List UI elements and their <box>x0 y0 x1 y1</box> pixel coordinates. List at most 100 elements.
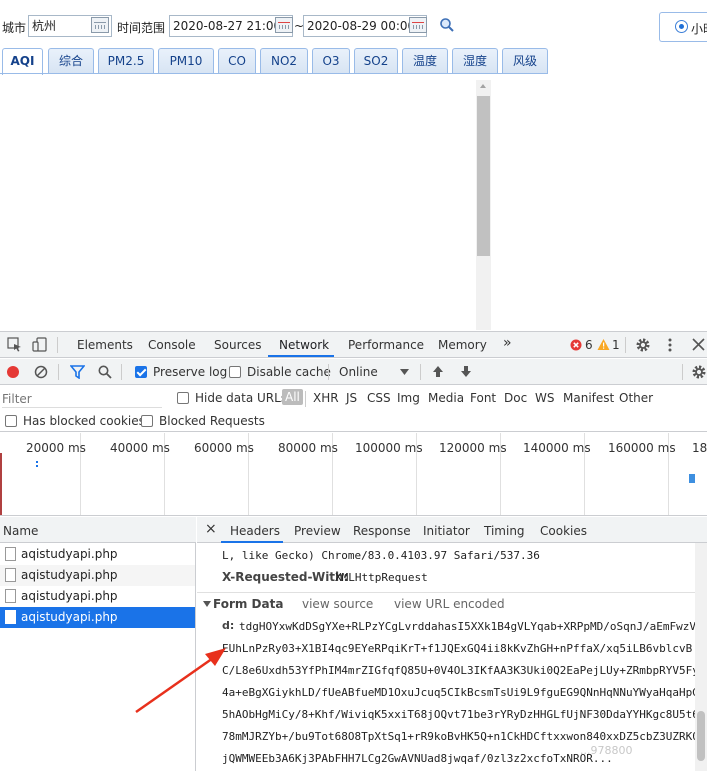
request-list-header: Name <box>0 517 196 543</box>
record-icon[interactable] <box>6 365 20 379</box>
has-blocked-cookies-checkbox[interactable] <box>5 415 17 427</box>
clear-icon[interactable] <box>34 365 48 379</box>
file-icon <box>5 589 16 603</box>
divider <box>420 364 421 380</box>
dropdown-arrow-icon[interactable] <box>400 369 409 375</box>
type-filter-font[interactable]: Font <box>470 391 496 405</box>
form-data-title[interactable]: Form Data <box>213 597 283 611</box>
tab-initiator[interactable]: Initiator <box>423 524 470 538</box>
request-row-selected[interactable]: aqistudyapi.php <box>0 607 195 628</box>
import-har-icon[interactable] <box>432 364 444 379</box>
tab-memory[interactable]: Memory <box>438 338 487 352</box>
tab-elements[interactable]: Elements <box>77 338 133 352</box>
page-scrollbar[interactable] <box>476 80 491 330</box>
form-field-value-line: EUhLnPzRy03+X1BI4qc9EYeRPqiKrT+f1JQExGQ4… <box>222 642 693 655</box>
type-filter-ws[interactable]: WS <box>535 391 554 405</box>
filter-icon[interactable] <box>70 365 85 379</box>
start-calendar-icon[interactable] <box>275 17 293 33</box>
tab-cookies[interactable]: Cookies <box>540 524 587 538</box>
more-options-icon[interactable] <box>666 337 674 353</box>
tab-no2[interactable]: NO2 <box>260 48 308 74</box>
export-har-icon[interactable] <box>460 364 472 379</box>
view-url-encoded-link[interactable]: view URL encoded <box>394 597 505 611</box>
scrollbar-thumb[interactable] <box>697 711 705 761</box>
network-toolbar: Preserve log Disable cache Online <box>0 359 707 385</box>
request-list: Name aqistudyapi.php aqistudyapi.php aqi… <box>0 517 196 771</box>
tab-overview[interactable]: 综合 <box>48 48 94 74</box>
type-filter-media[interactable]: Media <box>428 391 464 405</box>
tab-preview[interactable]: Preview <box>294 524 341 538</box>
request-row[interactable]: aqistudyapi.php <box>0 544 195 565</box>
preserve-log-checkbox[interactable] <box>135 366 147 378</box>
collapse-triangle-icon[interactable] <box>203 601 211 607</box>
request-row[interactable]: aqistudyapi.php <box>0 586 195 607</box>
type-filter-xhr[interactable]: XHR <box>313 391 339 405</box>
blocked-requests-checkbox[interactable] <box>141 415 153 427</box>
request-row[interactable]: aqistudyapi.php <box>0 565 195 586</box>
type-filter-manifest[interactable]: Manifest <box>563 391 614 405</box>
warning-icon[interactable] <box>597 338 610 351</box>
type-filter-doc[interactable]: Doc <box>504 391 527 405</box>
more-tabs-button[interactable]: » <box>503 335 512 351</box>
error-icon[interactable] <box>570 339 582 351</box>
user-agent-tail: L, like Gecko) Chrome/83.0.4103.97 Safar… <box>222 549 540 562</box>
timeline-request-dot <box>36 465 38 467</box>
details-tab-bar: × Headers Preview Response Initiator Tim… <box>197 517 707 543</box>
disable-cache-checkbox[interactable] <box>229 366 241 378</box>
hour-radio-option[interactable]: 小时 <box>659 12 707 42</box>
timeline-tick: 80000 ms <box>278 441 338 455</box>
timeline-request-dot <box>36 461 38 463</box>
tab-console[interactable]: Console <box>148 338 196 352</box>
tab-o3[interactable]: O3 <box>312 48 350 74</box>
divider <box>682 364 683 380</box>
type-filter-img[interactable]: Img <box>397 391 420 405</box>
timeline-request-bar <box>689 474 695 483</box>
gear-icon[interactable] <box>635 337 651 353</box>
scrollbar-thumb[interactable] <box>477 96 490 256</box>
tab-humidity[interactable]: 湿度 <box>452 48 498 74</box>
end-calendar-icon[interactable] <box>409 17 427 33</box>
close-details-button[interactable]: × <box>205 521 217 537</box>
network-overview-timeline[interactable]: 20000 ms 40000 ms 60000 ms 80000 ms 1000… <box>0 433 707 516</box>
tab-response[interactable]: Response <box>353 524 411 538</box>
type-filter-js[interactable]: JS <box>346 391 357 405</box>
type-filter-css[interactable]: CSS <box>367 391 391 405</box>
tab-wind-level[interactable]: 风级 <box>502 48 548 74</box>
inspect-element-icon[interactable] <box>7 337 22 352</box>
view-source-link[interactable]: view source <box>302 597 373 611</box>
tab-network[interactable]: Network <box>279 338 329 352</box>
watermark: ...978800 <box>580 744 633 757</box>
header-key: X-Requested-With: <box>222 570 349 584</box>
tab-co[interactable]: CO <box>218 48 256 74</box>
tab-performance[interactable]: Performance <box>348 338 424 352</box>
city-picker-icon[interactable] <box>91 17 109 33</box>
search-icon[interactable] <box>439 17 455 33</box>
tab-pm25[interactable]: PM2.5 <box>98 48 154 74</box>
file-icon <box>5 547 16 561</box>
tab-pm10[interactable]: PM10 <box>158 48 214 74</box>
tab-sources[interactable]: Sources <box>214 338 261 352</box>
hide-data-urls-checkbox[interactable] <box>177 392 189 404</box>
name-column-header[interactable]: Name <box>3 524 38 538</box>
scroll-up-arrow-icon[interactable] <box>480 84 486 88</box>
tab-aqi[interactable]: AQI <box>2 48 43 75</box>
device-toolbar-icon[interactable] <box>32 337 47 352</box>
throttling-select[interactable]: Online <box>339 365 378 379</box>
close-devtools-icon[interactable] <box>692 338 705 351</box>
search-icon[interactable] <box>98 365 112 379</box>
details-scrollbar[interactable] <box>695 543 707 771</box>
timeline-tick: 140000 ms <box>523 441 591 455</box>
tab-so2[interactable]: SO2 <box>354 48 398 74</box>
city-label: 城市 <box>2 21 27 35</box>
network-settings-gear-icon[interactable] <box>691 364 707 380</box>
tab-temperature[interactable]: 温度 <box>402 48 448 74</box>
preserve-log-label: Preserve log <box>153 365 228 379</box>
type-filter-other[interactable]: Other <box>619 391 653 405</box>
type-filter-all[interactable]: All <box>282 389 303 405</box>
timeline-tick: 160000 ms <box>608 441 676 455</box>
devtools-panel: Elements Console Sources Network Perform… <box>0 331 707 771</box>
tab-timing[interactable]: Timing <box>484 524 525 538</box>
filter-input[interactable] <box>2 390 162 408</box>
tab-headers[interactable]: Headers <box>230 524 280 538</box>
form-field-value-line: 5hAObHgMiCy/8+Khf/WiviqK5xxiT68jOQvt71be… <box>222 708 699 721</box>
